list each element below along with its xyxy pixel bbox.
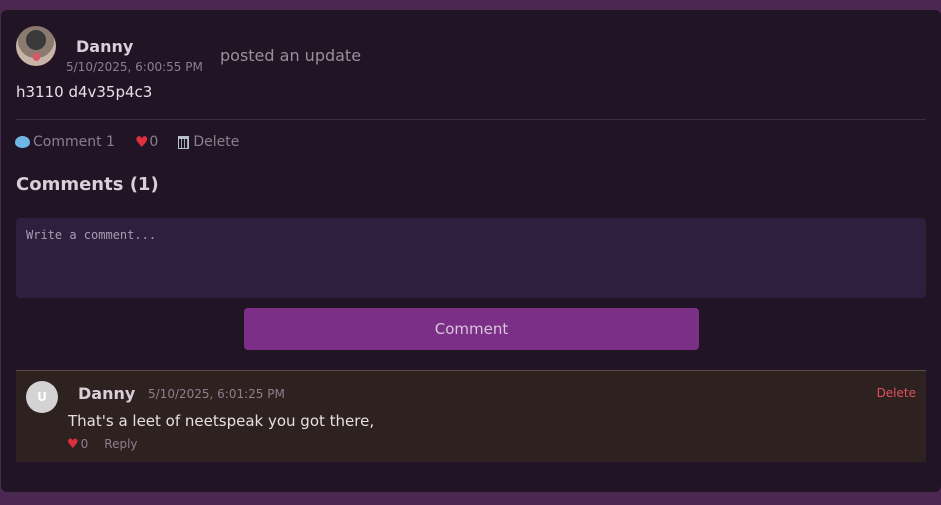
like-button[interactable]: ♥ 0 [135, 134, 158, 150]
comment-actions: ♥ 0 Reply [67, 437, 138, 451]
post-author[interactable]: Danny [76, 37, 133, 56]
wastebasket-icon [178, 135, 190, 149]
delete-comment-button[interactable]: Delete [877, 386, 916, 400]
comment-like-count: 0 [80, 437, 89, 451]
reply-button[interactable]: Reply [104, 437, 137, 451]
post-timestamp: 5/10/2025, 6:00:55 PM [66, 60, 203, 74]
delete-label: Delete [193, 134, 240, 150]
comment-timestamp: 5/10/2025, 6:01:25 PM [148, 387, 285, 401]
post-body: h3110 d4v35p4c3 [16, 83, 153, 101]
speech-bubble-icon [15, 136, 30, 148]
heart-icon: ♥ [67, 436, 79, 452]
avatar-detail [33, 53, 40, 61]
post-action-text: posted an update [220, 46, 362, 65]
comments-heading: Comments (1) [16, 174, 159, 195]
comment-submit-button[interactable]: Comment [244, 308, 699, 350]
comment-input[interactable] [16, 218, 926, 298]
post-actions: Comment 1 ♥ 0 Delete [15, 134, 239, 150]
comment-toggle-button[interactable]: Comment 1 [15, 134, 115, 150]
delete-post-button[interactable]: Delete [178, 134, 239, 150]
avatar[interactable] [16, 26, 56, 66]
like-count: 0 [149, 134, 159, 150]
post-card: Danny 5/10/2025, 6:00:55 PM posted an up… [1, 10, 941, 492]
heart-icon: ♥ [134, 132, 149, 151]
comment-like-button[interactable]: ♥ 0 [67, 437, 88, 451]
comment-item: U Danny 5/10/2025, 6:01:25 PM Delete Tha… [16, 370, 926, 462]
divider [16, 119, 926, 120]
comment-avatar[interactable]: U [26, 381, 58, 413]
comment-author[interactable]: Danny [78, 384, 135, 403]
comment-count-label: Comment 1 [33, 134, 115, 150]
comment-text: That's a leet of neetspeak you got there… [68, 412, 375, 430]
